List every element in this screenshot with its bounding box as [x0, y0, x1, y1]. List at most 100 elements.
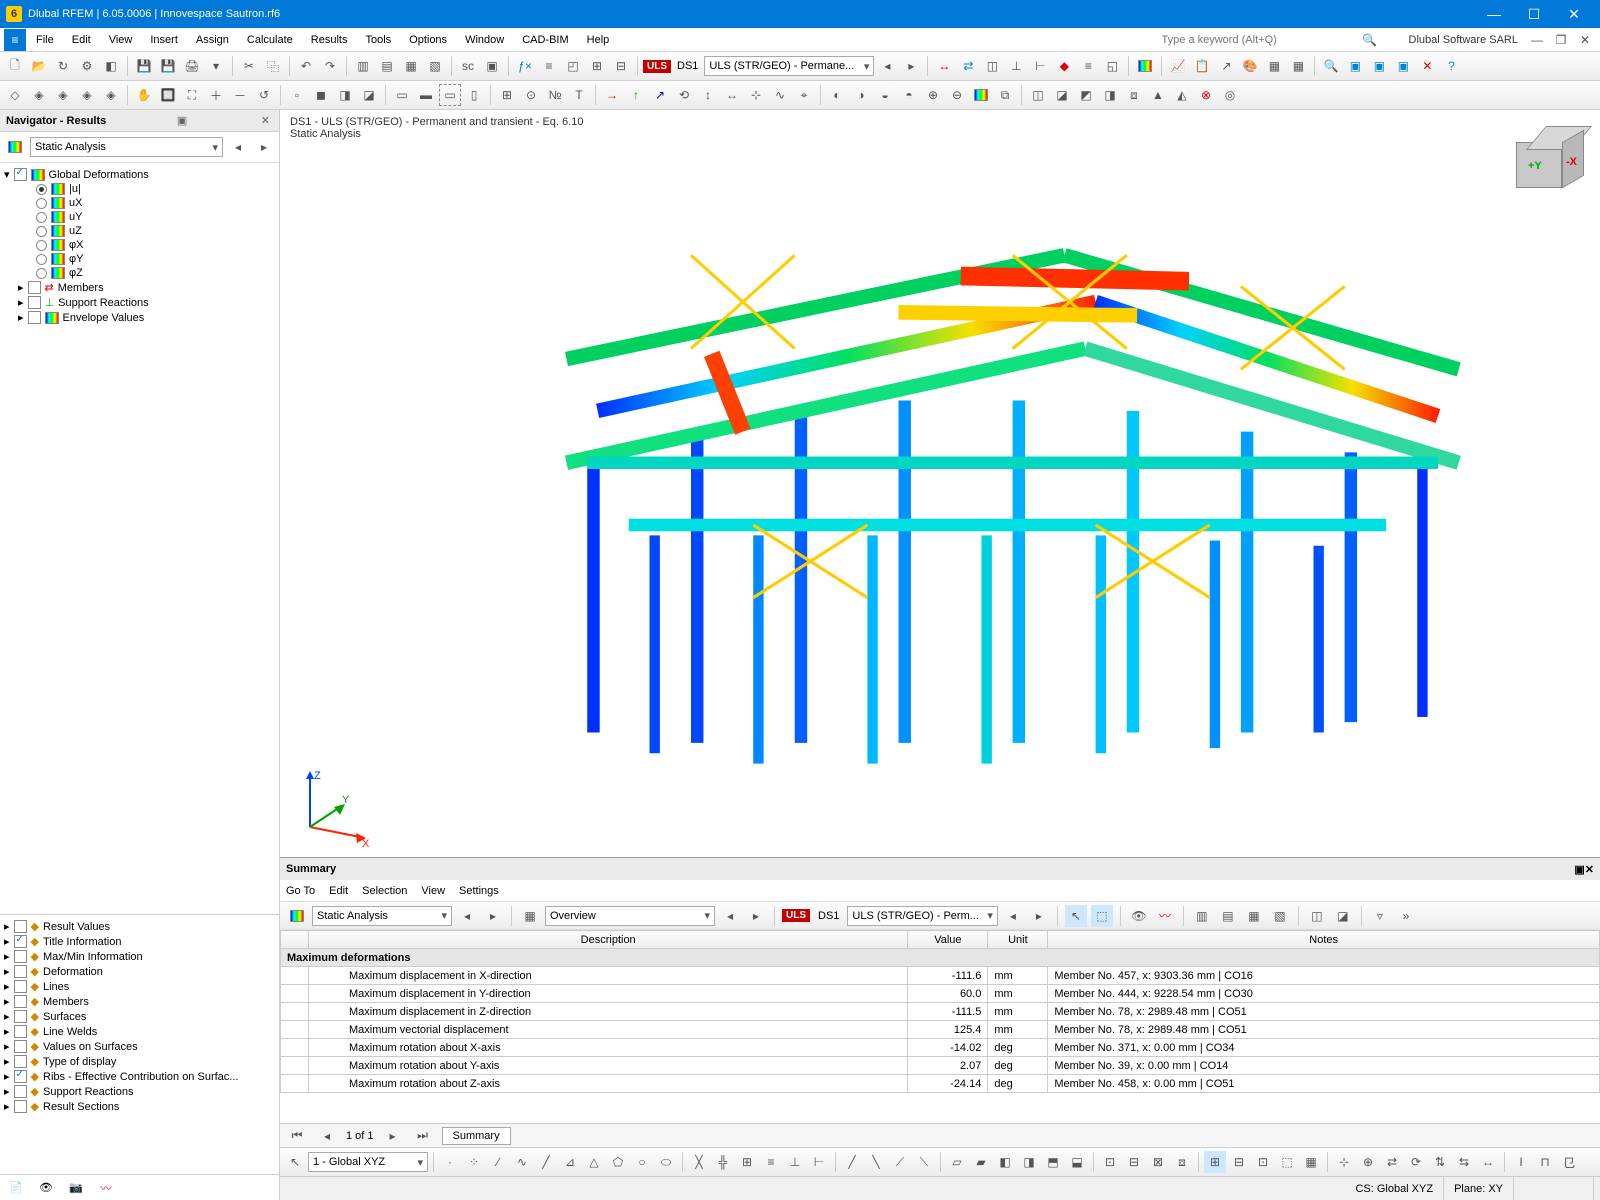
r2-icon[interactable]: ⇄ [957, 55, 979, 77]
tbl-icon[interactable]: ▦ [1263, 55, 1285, 77]
cl7-icon[interactable]: ◭ [1171, 84, 1193, 106]
opt-label-9[interactable]: Type of display [43, 1056, 116, 1068]
close-button[interactable]: ✕ [1554, 6, 1594, 23]
m9-icon[interactable]: ○ [631, 1151, 653, 1173]
disp2-icon[interactable]: ◑ [850, 84, 872, 106]
tree-radio-5[interactable] [36, 254, 47, 265]
summary-close-icon[interactable]: ✕ [1585, 863, 1594, 876]
cs-dropdown[interactable]: 1 - Global XYZ [308, 1152, 428, 1172]
m34-icon[interactable]: ⬚ [1276, 1151, 1298, 1173]
col-notes[interactable]: Notes [1048, 931, 1600, 949]
tree-supports[interactable]: Support Reactions [58, 297, 149, 309]
open-icon[interactable]: 📂 [28, 55, 50, 77]
stool-g-icon[interactable]: ▦ [1243, 905, 1265, 927]
disp7-icon[interactable] [970, 84, 992, 106]
ax6-icon[interactable]: ↔ [721, 84, 743, 106]
m17-icon[interactable]: ╱ [841, 1151, 863, 1173]
tables-icon[interactable]: ▣ [481, 55, 503, 77]
stool-prev3-icon[interactable]: ◂ [1002, 905, 1024, 927]
m18-icon[interactable]: ╲ [865, 1151, 887, 1173]
pager-last-icon[interactable]: ⏭ [412, 1125, 434, 1147]
pager-prev-icon[interactable]: ◂ [316, 1125, 338, 1147]
tree-radio-3[interactable] [36, 226, 47, 237]
keyword-search[interactable] [1157, 31, 1357, 49]
ax7-icon[interactable]: ⊹ [745, 84, 767, 106]
tree-check-members[interactable] [28, 281, 41, 294]
calc2-icon[interactable]: ≡ [538, 55, 560, 77]
iso-icon[interactable]: ◇ [4, 84, 26, 106]
m23-icon[interactable]: ◧ [994, 1151, 1016, 1173]
m-cursor-icon[interactable]: ↖ [284, 1151, 306, 1173]
calc-icon[interactable]: ƒ× [514, 55, 536, 77]
opt-check-12[interactable] [14, 1100, 27, 1113]
r7-icon[interactable]: ≡ [1077, 55, 1099, 77]
stool-next1-icon[interactable]: ▸ [482, 905, 504, 927]
r4-icon[interactable]: ⊥ [1005, 55, 1027, 77]
stool-i-icon[interactable]: ◫ [1306, 905, 1328, 927]
solid-icon[interactable]: ◼ [310, 84, 332, 106]
panel3-icon[interactable]: ▦ [400, 55, 422, 77]
summary-combo[interactable]: ULS (STR/GEO) - Perm... [847, 906, 998, 926]
app-menu-icon[interactable]: ≡ [4, 29, 26, 51]
redo-icon[interactable]: ↷ [319, 55, 341, 77]
child-restore-icon[interactable]: ❐ [1550, 29, 1572, 51]
m28-icon[interactable]: ⊟ [1123, 1151, 1145, 1173]
save-icon[interactable]: 💾 [133, 55, 155, 77]
cl8-icon[interactable]: ⊗ [1195, 84, 1217, 106]
m42-icon[interactable]: ↔ [1477, 1151, 1499, 1173]
m11-icon[interactable]: ╳ [688, 1151, 710, 1173]
m37-icon[interactable]: ⊕ [1357, 1151, 1379, 1173]
results-tree[interactable]: ▾Global Deformations |u|uXuYuZφXφYφZ ▸⇄M… [0, 163, 279, 914]
navigator-close-icon[interactable]: ✕ [258, 114, 273, 127]
m27-icon[interactable]: ⊡ [1099, 1151, 1121, 1173]
m29-icon[interactable]: ⊠ [1147, 1151, 1169, 1173]
tree-radio-label-3[interactable]: uZ [69, 225, 82, 237]
m45-icon[interactable]: ⺋ [1558, 1151, 1580, 1173]
stool-more-icon[interactable]: » [1395, 905, 1417, 927]
ax1-icon[interactable]: → [601, 84, 623, 106]
stool-h-icon[interactable]: ▧ [1269, 905, 1291, 927]
summary-menu-selection[interactable]: Selection [362, 885, 407, 897]
box4-icon[interactable]: ✕ [1416, 55, 1438, 77]
child-close-icon[interactable]: ✕ [1574, 29, 1596, 51]
tree-check-supports[interactable] [28, 296, 41, 309]
disp5-icon[interactable]: ⊕ [922, 84, 944, 106]
combination-dropdown[interactable]: ULS (STR/GEO) - Permane... [704, 56, 874, 76]
search-icon[interactable]: 🔍 [1359, 29, 1381, 51]
summary-menu-goto[interactable]: Go To [286, 885, 315, 897]
cl3-icon[interactable]: ◩ [1075, 84, 1097, 106]
col-value[interactable]: Value [908, 931, 988, 949]
block-icon[interactable]: ◧ [100, 55, 122, 77]
opt-check-1[interactable] [14, 935, 27, 948]
col-description[interactable]: Description [309, 931, 908, 949]
m43-icon[interactable]: I [1510, 1151, 1532, 1173]
m10-icon[interactable]: ⬭ [655, 1151, 677, 1173]
m14-icon[interactable]: ≡ [760, 1151, 782, 1173]
tree-check-envelope[interactable] [28, 311, 41, 324]
stool-filter-icon[interactable]: ▿ [1369, 905, 1391, 927]
sel4-icon[interactable]: ▯ [463, 84, 485, 106]
tree-radio-label-2[interactable]: uY [69, 211, 82, 223]
m40-icon[interactable]: ⇅ [1429, 1151, 1451, 1173]
m31-icon[interactable]: ⊞ [1204, 1151, 1226, 1173]
menu-edit[interactable]: Edit [64, 31, 99, 49]
stool-f-icon[interactable]: ▤ [1217, 905, 1239, 927]
ax2-icon[interactable]: ↑ [625, 84, 647, 106]
m1-icon[interactable]: · [439, 1151, 461, 1173]
sel-icon[interactable]: ▭ [391, 84, 413, 106]
nav-next-icon[interactable]: ▸ [253, 136, 275, 158]
snap-icon[interactable]: ⊙ [520, 84, 542, 106]
panel1-icon[interactable]: ▥ [352, 55, 374, 77]
pan-icon[interactable]: ✋ [133, 84, 155, 106]
opt-label-10[interactable]: Ribs - Effective Contribution on Surfac.… [43, 1071, 238, 1083]
opt-label-5[interactable]: Members [43, 996, 89, 1008]
m25-icon[interactable]: ⬒ [1042, 1151, 1064, 1173]
ax9-icon[interactable]: ⌖ [793, 84, 815, 106]
pager-next-icon[interactable]: ▸ [382, 1125, 404, 1147]
m15-icon[interactable]: ⊥ [784, 1151, 806, 1173]
ax4-icon[interactable]: ⟲ [673, 84, 695, 106]
tree-check-global[interactable] [14, 168, 27, 181]
cl9-icon[interactable]: ◎ [1219, 84, 1241, 106]
menu-options[interactable]: Options [401, 31, 455, 49]
opt-label-2[interactable]: Max/Min Information [43, 951, 143, 963]
